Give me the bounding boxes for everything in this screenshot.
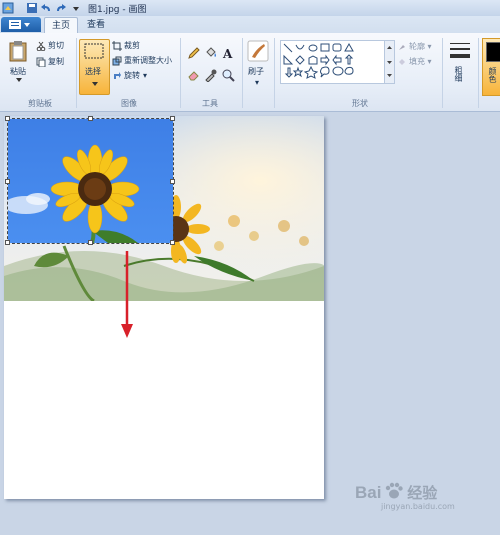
- resize-handle-nw[interactable]: [5, 116, 10, 121]
- title-bar: 图1.jpg - 画图: [0, 0, 500, 16]
- copy-icon: [36, 57, 46, 67]
- paw-logo-icon: [386, 482, 404, 499]
- brushes-dropdown-icon: ▾: [255, 78, 260, 87]
- eraser-icon[interactable]: [187, 68, 201, 82]
- tab-view[interactable]: 查看: [80, 17, 112, 33]
- fill-button[interactable]: 填充 ▾: [397, 56, 432, 67]
- rotate-button[interactable]: 旋转 ▾: [112, 70, 147, 81]
- brush-icon: [247, 40, 269, 62]
- pasted-sunflower-image[interactable]: [8, 119, 173, 243]
- resize-handle-w[interactable]: [5, 179, 10, 184]
- rotate-dropdown-icon: ▾: [143, 71, 148, 80]
- shapes-scroll-icon: [387, 46, 392, 77]
- outline-icon: [399, 44, 405, 50]
- group-separator: [242, 38, 243, 108]
- select-dropdown-icon: [92, 82, 98, 86]
- menu-icon: [9, 20, 30, 29]
- color-picker-icon[interactable]: [204, 68, 218, 82]
- watermark-url: jingyan.baidu.com: [381, 502, 455, 511]
- watermark-site: 经验: [407, 484, 438, 502]
- rotate-label: 旋转: [124, 71, 140, 80]
- shapes-gallery[interactable]: [280, 40, 386, 84]
- resize-handle-ne[interactable]: [170, 116, 175, 121]
- resize-handle-s[interactable]: [88, 240, 93, 245]
- select-label: 选择: [85, 67, 101, 76]
- color1-swatch: [486, 42, 500, 62]
- resize-handle-e[interactable]: [170, 179, 175, 184]
- scissors-icon: [36, 41, 46, 51]
- copy-button[interactable]: 复制: [36, 56, 64, 67]
- group-separator: [274, 38, 275, 108]
- redo-icon[interactable]: [55, 2, 67, 14]
- copy-label: 复制: [48, 57, 64, 66]
- outline-label: 轮廓: [409, 42, 425, 51]
- resize-icon: [112, 56, 122, 65]
- group-separator: [442, 38, 443, 108]
- brushes-button[interactable]: 刷子 ▾: [245, 40, 271, 92]
- magnifier-icon[interactable]: [221, 68, 235, 82]
- resize-handle-sw[interactable]: [5, 240, 10, 245]
- clipboard-icon: [9, 41, 27, 62]
- save-icon[interactable]: [26, 2, 38, 14]
- line-width-icon: [450, 43, 470, 58]
- fill-icon: [399, 58, 405, 65]
- pencil-icon[interactable]: [187, 46, 201, 60]
- undo-icon[interactable]: [40, 2, 52, 14]
- shapes-group-label: 形状: [352, 99, 368, 108]
- rotate-icon: [114, 71, 121, 79]
- cut-label: 剪切: [48, 41, 64, 50]
- window-title: 图1.jpg - 画图: [88, 5, 147, 15]
- select-button[interactable]: 选择: [79, 39, 110, 95]
- text-icon[interactable]: A: [221, 46, 235, 60]
- crop-label: 裁剪: [124, 41, 140, 50]
- selection-box[interactable]: [5, 116, 175, 245]
- fill-dropdown-icon: ▾: [425, 57, 432, 66]
- resize-label: 重新调整大小: [124, 56, 172, 65]
- svg-text:A: A: [222, 47, 233, 60]
- customize-qat-icon[interactable]: [70, 2, 82, 14]
- size-label: 粗细: [454, 66, 463, 82]
- brushes-label: 刷子: [248, 67, 264, 76]
- resize-handle-se[interactable]: [170, 240, 175, 245]
- red-arrow-annotation: [121, 251, 133, 338]
- shapes-scroll[interactable]: [384, 40, 395, 84]
- fill-bucket-icon[interactable]: [204, 46, 218, 60]
- cut-button[interactable]: 剪切: [36, 40, 64, 51]
- shapes-icon: [283, 42, 354, 79]
- group-separator: [180, 38, 181, 108]
- clipboard-group-label: 剪贴板: [28, 99, 52, 108]
- color1-button[interactable]: 颜色: [482, 38, 500, 96]
- group-separator: [76, 38, 77, 108]
- outline-button[interactable]: 轮廓 ▾: [397, 41, 432, 52]
- resize-button[interactable]: 重新调整大小: [112, 55, 172, 66]
- watermark-brand: Bai: [355, 483, 382, 502]
- paste-dropdown-icon: [16, 78, 22, 82]
- paste-label: 粘贴: [10, 67, 26, 76]
- paint-app-icon[interactable]: [2, 2, 14, 14]
- tab-home[interactable]: 主页: [44, 17, 78, 34]
- resize-handle-n[interactable]: [88, 116, 93, 121]
- app-menu-button[interactable]: [1, 17, 41, 32]
- group-separator: [478, 38, 479, 108]
- select-rect-icon: [84, 43, 104, 59]
- color1-label: 颜色: [488, 67, 497, 83]
- crop-icon: [112, 40, 122, 51]
- fill-label: 填充: [409, 57, 425, 66]
- paste-button[interactable]: 粘贴: [4, 40, 32, 90]
- tools-group-label: 工具: [202, 99, 218, 108]
- baidu-watermark: Bai 经验 jingyan.baidu.com: [355, 482, 455, 511]
- size-button[interactable]: 粗细: [446, 40, 474, 92]
- crop-button[interactable]: 裁剪: [112, 40, 140, 51]
- image-group-label: 图像: [121, 99, 137, 108]
- outline-dropdown-icon: ▾: [425, 42, 432, 51]
